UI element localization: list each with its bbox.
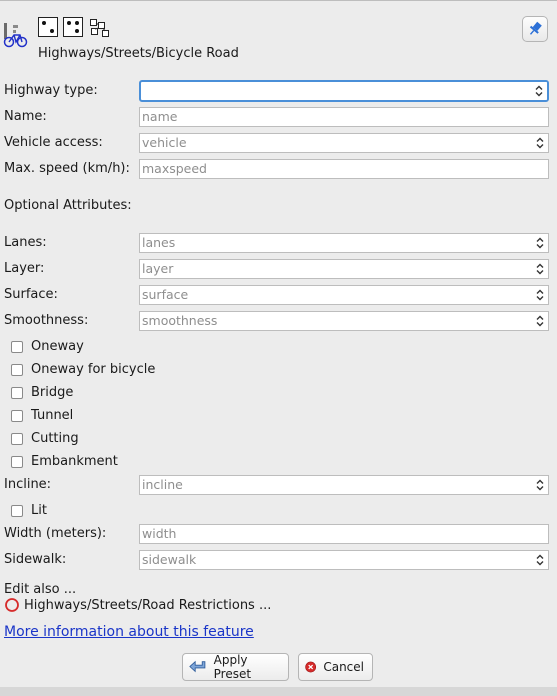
updown-arrow-icon[interactable] bbox=[532, 312, 548, 330]
lanes-combo[interactable]: lanes bbox=[139, 233, 549, 253]
circle-icon bbox=[5, 598, 19, 612]
apply-preset-button[interactable]: Apply Preset bbox=[182, 653, 289, 681]
width-label: Width (meters): bbox=[4, 526, 107, 541]
incline-placeholder: incline bbox=[142, 477, 183, 492]
bicycle-road-icon bbox=[3, 23, 28, 48]
apply-arrow-icon bbox=[189, 660, 206, 673]
smoothness-placeholder: smoothness bbox=[142, 313, 218, 328]
vehicle-access-combo[interactable]: vehicle bbox=[139, 133, 549, 153]
pin-button[interactable] bbox=[522, 16, 548, 42]
updown-arrow-icon[interactable] bbox=[532, 134, 548, 152]
smoothness-combo[interactable]: smoothness bbox=[139, 311, 549, 331]
cancel-x-icon bbox=[305, 661, 317, 673]
surface-combo[interactable]: surface bbox=[139, 285, 549, 305]
name-input[interactable]: name bbox=[139, 107, 549, 127]
surface-label: Surface: bbox=[4, 287, 58, 302]
checkbox-box[interactable] bbox=[11, 455, 23, 468]
checkbox-label: Tunnel bbox=[31, 408, 74, 423]
checkbox-label: Cutting bbox=[31, 431, 79, 446]
max-speed-input[interactable]: maxspeed bbox=[139, 159, 549, 179]
max-speed-label: Max. speed (km/h): bbox=[4, 161, 130, 176]
checkbox-label: Embankment bbox=[31, 454, 118, 469]
preset-title: Highways/Streets/Bicycle Road bbox=[38, 46, 239, 61]
incline-combo[interactable]: incline bbox=[139, 475, 549, 495]
lit-checkbox[interactable]: Lit bbox=[11, 503, 47, 518]
bridge-checkbox[interactable]: Bridge bbox=[11, 385, 73, 400]
sidewalk-placeholder: sidewalk bbox=[142, 552, 197, 567]
layer-placeholder: layer bbox=[142, 261, 174, 276]
updown-arrow-icon[interactable] bbox=[532, 551, 548, 569]
more-info-link[interactable]: More information about this feature bbox=[4, 624, 254, 640]
checkbox-label: Oneway for bicycle bbox=[31, 362, 156, 377]
cancel-label: Cancel bbox=[323, 660, 364, 674]
background-map-strip bbox=[0, 687, 557, 696]
oneway-checkbox[interactable]: Oneway bbox=[11, 339, 84, 354]
width-placeholder: width bbox=[142, 526, 177, 541]
sidewalk-label: Sidewalk: bbox=[4, 552, 67, 567]
vehicle-access-label: Vehicle access: bbox=[4, 135, 103, 150]
name-placeholder: name bbox=[142, 109, 178, 124]
name-label: Name: bbox=[4, 109, 47, 124]
checkbox-box[interactable] bbox=[11, 409, 23, 422]
edit-also-item-label: Highways/Streets/Road Restrictions ... bbox=[24, 597, 272, 613]
updown-arrow-icon[interactable] bbox=[532, 286, 548, 304]
updown-arrow-icon[interactable] bbox=[531, 82, 547, 100]
checkbox-label: Bridge bbox=[31, 385, 74, 400]
pin-icon bbox=[529, 21, 542, 35]
maxspeed-placeholder: maxspeed bbox=[142, 161, 207, 176]
relation-type-icon bbox=[90, 19, 109, 37]
updown-arrow-icon[interactable] bbox=[532, 260, 548, 278]
checkbox-box[interactable] bbox=[11, 340, 23, 353]
cutting-checkbox[interactable]: Cutting bbox=[11, 431, 79, 446]
layer-label: Layer: bbox=[4, 261, 45, 276]
layer-combo[interactable]: layer bbox=[139, 259, 549, 279]
lanes-label: Lanes: bbox=[4, 235, 47, 250]
oneway-bicycle-checkbox[interactable]: Oneway for bicycle bbox=[11, 362, 155, 377]
smoothness-label: Smoothness: bbox=[4, 313, 89, 328]
checkbox-box[interactable] bbox=[11, 504, 23, 517]
updown-arrow-icon[interactable] bbox=[532, 234, 548, 252]
sidewalk-combo[interactable]: sidewalk bbox=[139, 550, 549, 570]
edit-also-item[interactable]: Highways/Streets/Road Restrictions ... bbox=[4, 597, 271, 613]
top-border bbox=[0, 0, 557, 1]
tunnel-checkbox[interactable]: Tunnel bbox=[11, 408, 73, 423]
way-type-icon bbox=[63, 17, 83, 37]
vehicle-placeholder: vehicle bbox=[142, 135, 187, 150]
updown-arrow-icon[interactable] bbox=[532, 476, 548, 494]
lanes-placeholder: lanes bbox=[142, 235, 176, 250]
checkbox-box[interactable] bbox=[11, 432, 23, 445]
edit-also-heading: Edit also ... bbox=[4, 582, 77, 597]
checkbox-box[interactable] bbox=[11, 386, 23, 399]
width-input[interactable]: width bbox=[139, 524, 549, 544]
checkbox-box[interactable] bbox=[11, 363, 23, 376]
apply-preset-label: Apply Preset bbox=[213, 653, 252, 681]
checkbox-label: Lit bbox=[31, 503, 47, 518]
highway-type-combo[interactable] bbox=[139, 80, 549, 102]
incline-label: Incline: bbox=[4, 477, 52, 492]
checkbox-label: Oneway bbox=[31, 339, 84, 354]
embankment-checkbox[interactable]: Embankment bbox=[11, 454, 118, 469]
surface-placeholder: surface bbox=[142, 287, 189, 302]
cancel-button[interactable]: Cancel bbox=[298, 653, 373, 681]
optional-attributes-heading: Optional Attributes: bbox=[4, 198, 132, 213]
highway-type-label: Highway type: bbox=[4, 83, 98, 98]
node-type-icon bbox=[38, 17, 58, 37]
